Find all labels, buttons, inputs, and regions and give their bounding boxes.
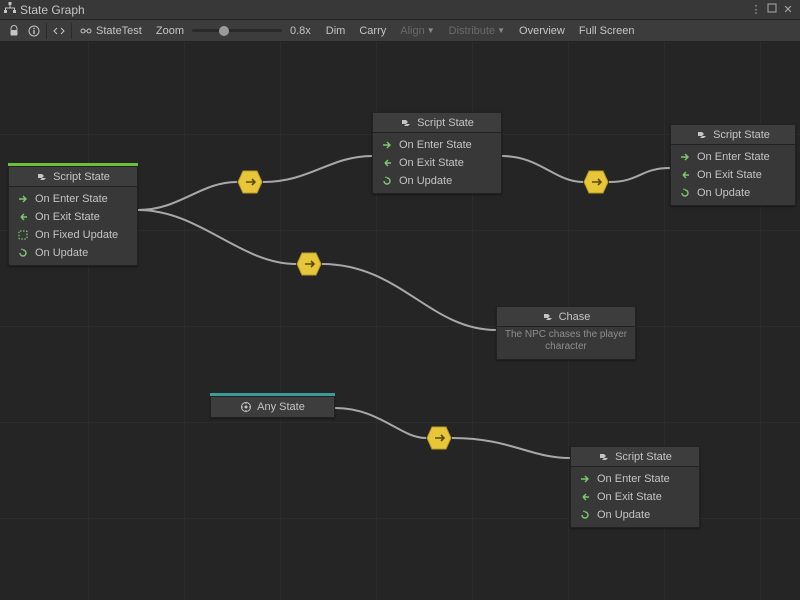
transition-node[interactable] <box>237 170 263 194</box>
event-row[interactable]: On Enter State <box>17 191 129 207</box>
window-title: State Graph <box>20 3 85 17</box>
update-icon <box>381 175 393 187</box>
exit-icon <box>17 211 29 223</box>
any-stripe <box>210 393 335 396</box>
event-row[interactable]: On Exit State <box>679 167 787 183</box>
enter-icon <box>579 473 591 485</box>
state-icon <box>542 311 554 323</box>
maximize-icon[interactable] <box>764 3 780 16</box>
node-rows: On Enter State On Exit State On Update <box>373 133 501 193</box>
any-state-node[interactable]: Any State <box>210 396 335 418</box>
zoom-label: Zoom <box>156 25 184 37</box>
graph-canvas[interactable]: Script State On Enter State On Exit Stat… <box>0 42 800 600</box>
state-graph-icon <box>80 25 92 37</box>
event-row[interactable]: On Enter State <box>381 137 493 153</box>
update-icon <box>17 247 29 259</box>
window-titlebar: State Graph ⋮ ✕ <box>0 0 800 20</box>
enter-icon <box>381 139 393 151</box>
state-node[interactable]: Script State On Enter State On Exit Stat… <box>372 112 502 194</box>
enter-icon <box>679 151 691 163</box>
close-icon[interactable]: ✕ <box>780 3 796 16</box>
node-header[interactable]: Script State <box>373 113 501 133</box>
carry-button[interactable]: Carry <box>352 22 393 40</box>
transition-node[interactable] <box>296 252 322 276</box>
event-row[interactable]: On Fixed Update <box>17 227 129 243</box>
lock-button[interactable] <box>4 22 24 40</box>
node-header[interactable]: Script State <box>571 447 699 467</box>
state-node[interactable]: Script State On Enter State On Exit Stat… <box>570 446 700 528</box>
event-row[interactable]: On Update <box>679 185 787 201</box>
state-node-start[interactable]: Script State On Enter State On Exit Stat… <box>8 166 138 266</box>
node-title: Chase <box>559 311 591 323</box>
start-stripe <box>8 163 138 166</box>
align-dropdown[interactable]: Align▼ <box>393 22 441 40</box>
node-title: Script State <box>615 451 672 463</box>
overview-button[interactable]: Overview <box>512 22 572 40</box>
node-rows: On Enter State On Exit State On Update <box>671 145 795 205</box>
zoom-slider[interactable] <box>192 29 282 32</box>
node-title: Any State <box>257 401 305 413</box>
transition-node[interactable] <box>426 426 452 450</box>
breadcrumb[interactable]: StateTest <box>74 25 148 37</box>
event-row[interactable]: On Update <box>579 507 691 523</box>
hierarchy-icon <box>4 2 16 17</box>
exit-icon <box>381 157 393 169</box>
node-title: Script State <box>53 171 110 183</box>
node-title: Script State <box>417 117 474 129</box>
node-rows: On Enter State On Exit State On Update <box>571 467 699 527</box>
event-row[interactable]: On Update <box>17 245 129 261</box>
info-button[interactable] <box>24 22 44 40</box>
event-row[interactable]: On Enter State <box>679 149 787 165</box>
enter-icon <box>17 193 29 205</box>
event-row[interactable]: On Exit State <box>381 155 493 171</box>
state-node[interactable]: Script State On Enter State On Exit Stat… <box>670 124 796 206</box>
event-row[interactable]: On Exit State <box>579 489 691 505</box>
state-icon <box>36 171 48 183</box>
update-icon <box>579 509 591 521</box>
state-icon <box>400 117 412 129</box>
distribute-dropdown[interactable]: Distribute▼ <box>442 22 512 40</box>
event-row[interactable]: On Update <box>381 173 493 189</box>
node-rows: On Enter State On Exit State On Fixed Up… <box>9 187 137 265</box>
event-row[interactable]: On Exit State <box>17 209 129 225</box>
options-icon[interactable]: ⋮ <box>748 3 764 16</box>
state-node-chase[interactable]: Chase The NPC chases the player characte… <box>496 306 636 360</box>
toolbar: StateTest Zoom 0.8x Dim Carry Align▼ Dis… <box>0 20 800 42</box>
dim-button[interactable]: Dim <box>319 22 353 40</box>
zoom-value: 0.8x <box>290 25 311 37</box>
state-icon <box>696 129 708 141</box>
fixed-update-icon <box>17 229 29 241</box>
exit-icon <box>679 169 691 181</box>
node-header[interactable]: Script State <box>9 167 137 187</box>
breadcrumb-label: StateTest <box>96 25 142 37</box>
fullscreen-button[interactable]: Full Screen <box>572 22 642 40</box>
transition-node[interactable] <box>583 170 609 194</box>
node-subtitle: The NPC chases the player character <box>497 327 635 359</box>
node-header[interactable]: Chase <box>497 307 635 327</box>
zoom-control: Zoom 0.8x <box>148 25 319 37</box>
state-icon <box>598 451 610 463</box>
event-row[interactable]: On Enter State <box>579 471 691 487</box>
node-header[interactable]: Any State <box>211 397 334 417</box>
any-state-icon <box>240 401 252 413</box>
update-icon <box>679 187 691 199</box>
code-button[interactable] <box>49 22 69 40</box>
node-title: Script State <box>713 129 770 141</box>
exit-icon <box>579 491 591 503</box>
node-header[interactable]: Script State <box>671 125 795 145</box>
